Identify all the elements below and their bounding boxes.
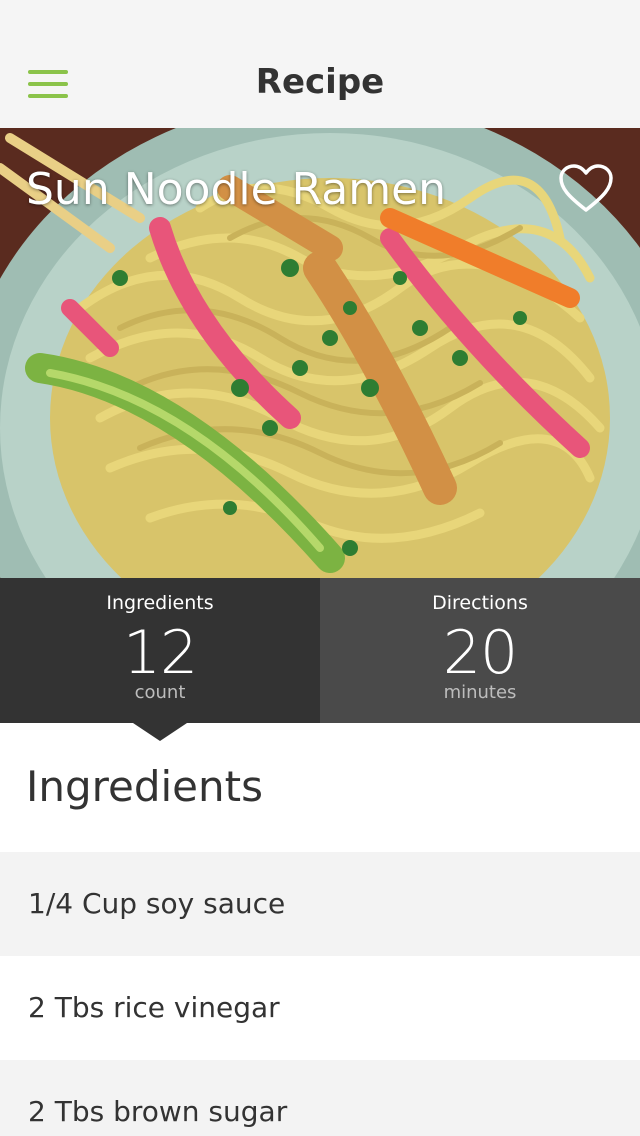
directions-stat-label: Directions bbox=[432, 592, 528, 614]
heart-outline-icon[interactable] bbox=[558, 164, 614, 214]
page-title: Recipe bbox=[255, 62, 385, 102]
list-item[interactable]: 2 Tbs rice vinegar bbox=[0, 956, 640, 1060]
ingredients-stat-label: Ingredients bbox=[106, 592, 214, 614]
list-item[interactable]: 2 Tbs brown sugar bbox=[0, 1060, 640, 1136]
tab-directions[interactable]: Directions 20 minutes bbox=[320, 578, 640, 723]
directions-unit: minutes bbox=[443, 682, 517, 703]
ingredients-unit: count bbox=[134, 682, 186, 703]
tab-ingredients[interactable]: Ingredients 12 count bbox=[0, 578, 320, 723]
heart-icon-graphic bbox=[559, 164, 613, 212]
section-title: Ingredients bbox=[26, 762, 263, 811]
ingredients-count: 12 bbox=[122, 618, 198, 688]
navigation-bar: Recipe bbox=[0, 0, 640, 128]
directions-time: 20 bbox=[442, 618, 518, 688]
ingredients-list: 1/4 Cup soy sauce 2 Tbs rice vinegar 2 T… bbox=[0, 852, 640, 1136]
recipe-hero-image: Sun Noodle Ramen bbox=[0, 128, 640, 578]
recipe-stats: Ingredients 12 count Directions 20 minut… bbox=[0, 578, 640, 723]
list-item[interactable]: 1/4 Cup soy sauce bbox=[0, 852, 640, 956]
recipe-title: Sun Noodle Ramen bbox=[26, 164, 447, 215]
active-tab-indicator bbox=[133, 723, 187, 741]
